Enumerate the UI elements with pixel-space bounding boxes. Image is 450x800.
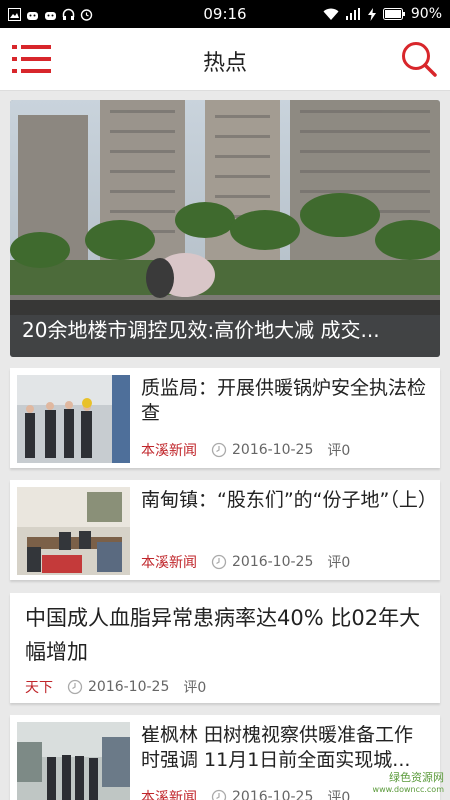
article-date: 2016-10-25 (232, 442, 314, 458)
status-bar: 09:16 90% (0, 0, 450, 28)
article-thumbnail (17, 375, 130, 463)
article-meta: 本溪新闻 2016-10-25 评0 (141, 787, 350, 800)
article-source: 本溪新闻 (141, 443, 197, 459)
article-card[interactable]: 质监局：开展供暖锅炉安全执法检查 本溪新闻 2016-10-25 评0 (10, 368, 440, 468)
article-meta: 本溪新闻 2016-10-25 评0 (141, 552, 350, 572)
article-source: 天下 (25, 680, 53, 696)
article-comments: 评0 (327, 555, 351, 571)
article-comments: 评0 (327, 443, 351, 459)
article-date: 2016-10-25 (88, 679, 170, 695)
watermark: 绿色资源网 www.downcc.com (372, 771, 444, 795)
clock-icon (211, 789, 227, 800)
article-source: 本溪新闻 (141, 790, 197, 800)
article-card[interactable]: 中国成人血脂异常患病率达40% 比02年大幅增加 天下 2016-10-25 评… (10, 593, 440, 703)
article-thumbnail (17, 722, 130, 800)
article-date: 2016-10-25 (232, 789, 314, 800)
article-meta: 天下 2016-10-25 评0 (25, 677, 206, 697)
article-title: 崔枫林 田树槐视察供暖准备工作时强调 11月1日前全面实现城... (141, 724, 414, 771)
article-comments: 评0 (183, 680, 207, 696)
article-comments: 评0 (327, 790, 351, 800)
clock-time: 09:16 (203, 5, 247, 23)
article-title: 质监局：开展供暖锅炉安全执法检查 (141, 377, 427, 424)
page-title: 热点 (202, 51, 247, 76)
clock-icon (67, 679, 83, 695)
article-date: 2016-10-25 (232, 554, 314, 570)
article-card[interactable]: 南甸镇：“股东们”的“份子地”（上） 本溪新闻 2016-10-25 评0 (10, 480, 440, 580)
featured-article[interactable]: 20余地楼市调控见效:高价地大减 成交... (10, 100, 440, 357)
article-title: 中国成人血脂异常患病率达40% 比02年大幅增加 (25, 606, 421, 664)
clock-icon (211, 442, 227, 458)
search-icon[interactable] (400, 40, 438, 78)
article-source: 本溪新闻 (141, 555, 197, 571)
article-meta: 本溪新闻 2016-10-25 评0 (141, 440, 350, 460)
clock-icon (211, 554, 227, 570)
app-header: 热点 (0, 28, 450, 91)
featured-caption: 20余地楼市调控见效:高价地大减 成交... (10, 300, 440, 357)
article-title: 南甸镇：“股东们”的“份子地”（上） (141, 489, 437, 511)
article-thumbnail (17, 487, 130, 575)
